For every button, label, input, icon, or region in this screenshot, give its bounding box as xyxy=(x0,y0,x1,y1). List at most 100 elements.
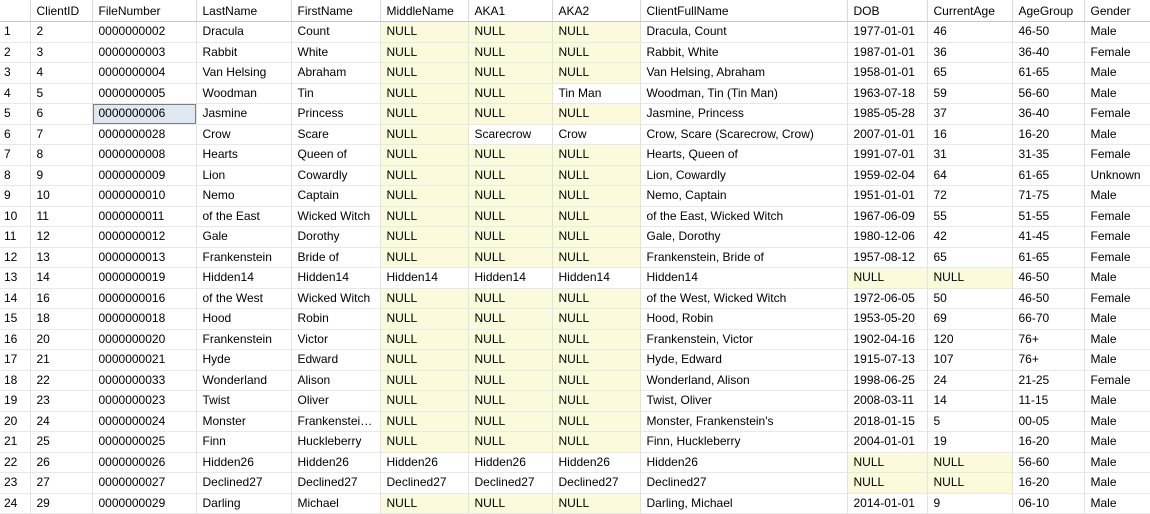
cell-middlename[interactable]: NULL xyxy=(380,226,469,248)
cell-aka2[interactable]: Hidden14 xyxy=(552,267,641,289)
cell-aka1[interactable]: Hidden26 xyxy=(468,452,553,473)
cell-dob[interactable]: 2004-01-01 xyxy=(847,431,928,453)
cell-currentage[interactable]: 120 xyxy=(927,329,1013,350)
cell-currentage[interactable]: 19 xyxy=(927,431,1013,453)
cell-aka1[interactable]: NULL xyxy=(468,329,553,350)
cell-aka1[interactable]: NULL xyxy=(468,349,553,371)
cell-gender[interactable]: Female xyxy=(1084,144,1150,166)
cell-gender[interactable]: Female xyxy=(1084,247,1150,268)
cell-aka1[interactable]: NULL xyxy=(468,144,553,166)
row-number-cell[interactable]: 23 xyxy=(0,472,31,494)
cell-clientfullname[interactable]: Crow, Scare (Scarecrow, Crow) xyxy=(640,124,848,145)
cell-aka1[interactable]: NULL xyxy=(468,21,553,43)
cell-clientfullname[interactable]: Gale, Dorothy xyxy=(640,226,848,248)
column-header-gender[interactable]: Gender xyxy=(1084,0,1150,22)
row-number-cell[interactable]: 19 xyxy=(0,390,31,412)
cell-lastname[interactable]: Crow xyxy=(196,124,292,145)
cell-clientfullname[interactable]: Hyde, Edward xyxy=(640,349,848,371)
cell-aka2[interactable]: NULL xyxy=(552,226,641,248)
row-number-cell[interactable]: 12 xyxy=(0,247,31,268)
cell-clientfullname[interactable]: of the West, Wicked Witch xyxy=(640,288,848,309)
cell-firstname[interactable]: Alison xyxy=(291,370,381,391)
table-row[interactable]: 1 2 0000000002 Dracula Count NULL NULL NULL Drac… xyxy=(0,21,1150,43)
cell-clientfullname[interactable]: Twist, Oliver xyxy=(640,390,848,412)
cell-lastname[interactable]: Van Helsing xyxy=(196,62,292,84)
cell-dob[interactable]: 2007-01-01 xyxy=(847,124,928,145)
cell-currentage[interactable]: 65 xyxy=(927,62,1013,84)
cell-clientid[interactable]: 27 xyxy=(30,472,93,494)
row-number-cell[interactable]: 3 xyxy=(0,62,31,84)
cell-middlename[interactable]: Declined27 xyxy=(380,472,469,494)
cell-clientfullname[interactable]: Van Helsing, Abraham xyxy=(640,62,848,84)
grid-body[interactable]: 1 2 0000000002 Dracula Count NULL NULL NULL Drac… xyxy=(0,21,1150,514)
cell-aka1[interactable]: NULL xyxy=(468,431,553,453)
row-number-cell[interactable]: 15 xyxy=(0,308,31,330)
cell-dob[interactable]: 1963-07-18 xyxy=(847,83,928,104)
cell-aka2[interactable]: NULL xyxy=(552,308,641,330)
cell-middlename[interactable]: NULL xyxy=(380,390,469,412)
cell-clientid[interactable]: 18 xyxy=(30,308,93,330)
cell-clientfullname[interactable]: Hood, Robin xyxy=(640,308,848,330)
cell-middlename[interactable]: NULL xyxy=(380,247,469,268)
column-header-filenumber[interactable]: FileNumber xyxy=(92,0,197,22)
cell-filenumber[interactable]: 0000000011 xyxy=(92,206,197,227)
row-number-cell[interactable]: 16 xyxy=(0,329,31,350)
cell-gender[interactable]: Male xyxy=(1084,431,1150,453)
column-header-agegroup[interactable]: AgeGroup xyxy=(1012,0,1085,22)
cell-middlename[interactable]: Hidden26 xyxy=(380,452,469,473)
cell-gender[interactable]: Female xyxy=(1084,370,1150,391)
row-number-cell[interactable]: 11 xyxy=(0,226,31,248)
table-row[interactable]: 12 13 0000000013 Frankenstein Bride of NULL NU… xyxy=(0,247,1150,268)
cell-clientid[interactable]: 10 xyxy=(30,185,93,207)
cell-clientid[interactable]: 12 xyxy=(30,226,93,248)
cell-lastname[interactable]: Wonderland xyxy=(196,370,292,391)
cell-gender[interactable]: Male xyxy=(1084,390,1150,412)
cell-clientid[interactable]: 26 xyxy=(30,452,93,473)
table-row[interactable]: 4 5 0000000005 Woodman Tin NULL NULL Tin Man Woo… xyxy=(0,83,1150,104)
cell-dob[interactable]: 2014-01-01 xyxy=(847,493,928,514)
row-number-cell[interactable]: 22 xyxy=(0,452,31,473)
cell-aka2[interactable]: NULL xyxy=(552,21,641,43)
table-row[interactable]: 2 3 0000000003 Rabbit White NULL NULL NULL Rabbi… xyxy=(0,42,1150,63)
table-row[interactable]: 7 8 0000000008 Hearts Queen of NULL NULL NULL He… xyxy=(0,144,1150,166)
cell-agegroup[interactable]: 46-50 xyxy=(1012,21,1085,43)
cell-agegroup[interactable]: 00-05 xyxy=(1012,411,1085,432)
cell-filenumber[interactable]: 0000000020 xyxy=(92,329,197,350)
cell-firstname[interactable]: Captain xyxy=(291,185,381,207)
results-grid[interactable]: ClientID FileNumber LastName FirstName Middl… xyxy=(0,0,1150,514)
table-row[interactable]: 20 24 0000000024 Monster Frankenstei… NULL NUL… xyxy=(0,411,1150,432)
cell-firstname[interactable]: White xyxy=(291,42,381,63)
row-number-cell[interactable]: 10 xyxy=(0,206,31,227)
cell-dob[interactable]: 2008-03-11 xyxy=(847,390,928,412)
cell-firstname[interactable]: Abraham xyxy=(291,62,381,84)
cell-dob[interactable]: NULL xyxy=(847,452,928,473)
cell-filenumber[interactable]: 0000000024 xyxy=(92,411,197,432)
cell-lastname[interactable]: Declined27 xyxy=(196,472,292,494)
cell-currentage[interactable]: NULL xyxy=(927,452,1013,473)
cell-dob[interactable]: 1915-07-13 xyxy=(847,349,928,371)
cell-clientid[interactable]: 9 xyxy=(30,165,93,186)
cell-gender[interactable]: Male xyxy=(1084,267,1150,289)
cell-currentage[interactable]: 9 xyxy=(927,493,1013,514)
cell-agegroup[interactable]: 61-65 xyxy=(1012,165,1085,186)
cell-middlename[interactable]: Hidden14 xyxy=(380,267,469,289)
cell-currentage[interactable]: 55 xyxy=(927,206,1013,227)
table-row[interactable]: 6 7 0000000028 Crow Scare NULL Scarecrow Crow Cr… xyxy=(0,124,1150,145)
cell-aka1[interactable]: NULL xyxy=(468,308,553,330)
cell-lastname[interactable]: Gale xyxy=(196,226,292,248)
cell-aka1[interactable]: NULL xyxy=(468,62,553,84)
cell-filenumber[interactable]: 0000000021 xyxy=(92,349,197,371)
cell-gender[interactable]: Male xyxy=(1084,308,1150,330)
row-number-cell[interactable]: 24 xyxy=(0,493,31,514)
cell-aka2[interactable]: NULL xyxy=(552,42,641,63)
cell-middlename[interactable]: NULL xyxy=(380,42,469,63)
cell-filenumber[interactable]: 0000000012 xyxy=(92,226,197,248)
cell-gender[interactable]: Male xyxy=(1084,493,1150,514)
cell-lastname[interactable]: Frankenstein xyxy=(196,329,292,350)
cell-firstname[interactable]: Robin xyxy=(291,308,381,330)
cell-aka1[interactable]: NULL xyxy=(468,226,553,248)
column-header-clientfullname[interactable]: ClientFullName xyxy=(640,0,848,22)
cell-agegroup[interactable]: 56-60 xyxy=(1012,452,1085,473)
cell-clientfullname[interactable]: Finn, Huckleberry xyxy=(640,431,848,453)
cell-clientfullname[interactable]: Monster, Frankenstein's xyxy=(640,411,848,432)
